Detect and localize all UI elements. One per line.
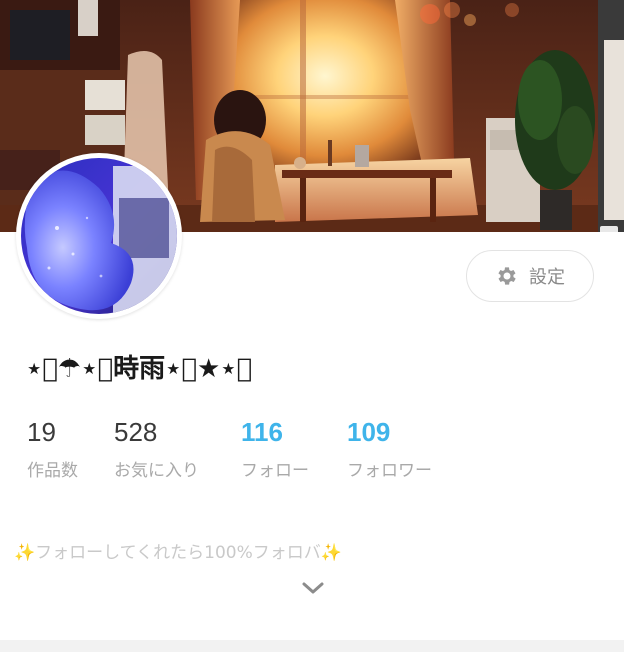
settings-button[interactable]: 設定 [466, 250, 594, 302]
works-count: 19 [27, 417, 56, 447]
stat-works[interactable]: 19 作品数 [27, 416, 78, 481]
followers-label: フォロワー [347, 461, 432, 481]
expand-bio-button[interactable] [299, 578, 327, 598]
profile-page: 設定 ⋆͛☂︎⋆͛時雨⋆͛★⋆͛ 19 作品数 528 お気に入り 116 フォ… [0, 0, 624, 652]
chevron-down-icon [299, 582, 327, 602]
stat-followers[interactable]: 109 フォロワー [347, 416, 432, 481]
stat-favorites[interactable]: 528 お気に入り [114, 416, 199, 481]
followers-count: 109 [347, 417, 391, 447]
settings-label: 設定 [529, 267, 565, 288]
favorites-label: お気に入り [114, 461, 199, 481]
banner-indicator [600, 226, 618, 232]
gear-icon [495, 264, 519, 288]
works-label: 作品数 [27, 461, 78, 481]
sparkle-icon: ✨ [14, 543, 36, 563]
avatar-image [21, 158, 177, 314]
following-label: フォロー [241, 461, 309, 481]
avatar[interactable] [16, 153, 182, 319]
section-divider [0, 640, 624, 652]
stat-following[interactable]: 116 フォロー [241, 416, 309, 481]
following-count: 116 [241, 417, 283, 447]
sparkle-icon: ✨ [320, 543, 342, 563]
bio-text: フォローしてくれたら100%フォロバ [35, 543, 321, 563]
profile-bio: ✨フォローしてくれたら100%フォロバ✨ [14, 538, 342, 563]
favorites-count: 528 [114, 417, 158, 447]
username: ⋆͛☂︎⋆͛時雨⋆͛★⋆͛ [26, 354, 253, 384]
